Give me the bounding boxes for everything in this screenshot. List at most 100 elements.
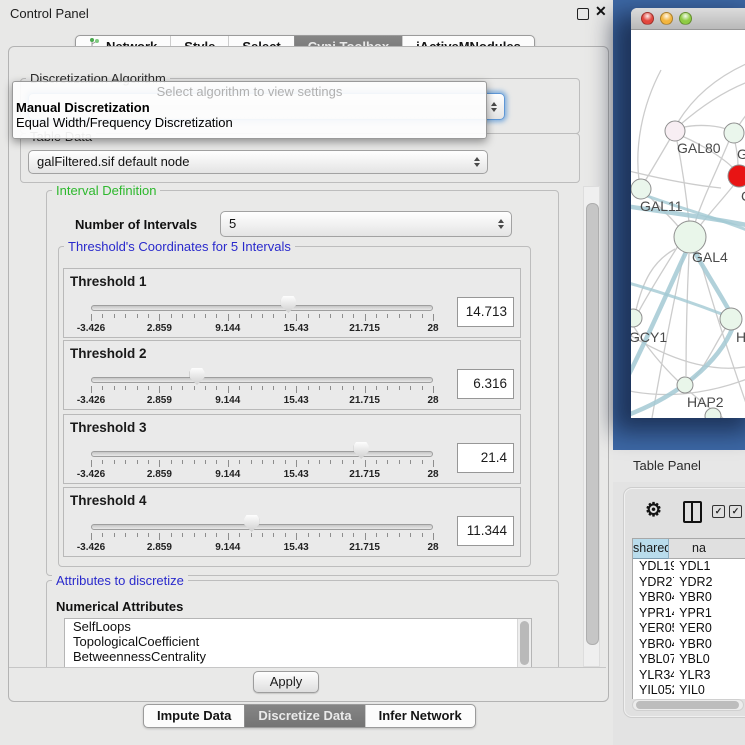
- tick-mark: [182, 386, 183, 390]
- table-row[interactable]: YER054CYER0: [633, 621, 745, 637]
- panel-scrollbar[interactable]: [583, 186, 600, 667]
- column-header-shared-name[interactable]: shared...: [633, 539, 669, 559]
- slider-track[interactable]: [91, 377, 433, 383]
- tick-mark: [171, 533, 172, 537]
- tick-mark: [228, 460, 229, 467]
- tick-mark: [148, 314, 149, 318]
- table-row[interactable]: YPR145WYPR1: [633, 606, 745, 622]
- network-canvas[interactable]: GAL80GACGAL11GAL4GCY1HHAP2: [631, 30, 745, 418]
- column-header-name[interactable]: na: [669, 539, 745, 559]
- scrollbar-thumb[interactable]: [636, 701, 739, 709]
- table-cell[interactable]: YPR145W: [633, 606, 674, 622]
- tick-mark: [410, 386, 411, 390]
- list-scrollbar[interactable]: [517, 619, 531, 668]
- tick-label: 2.859: [147, 323, 172, 334]
- network-graph[interactable]: GAL80GACGAL11GAL4GCY1HHAP2: [631, 30, 745, 418]
- node-label: GAL80: [677, 140, 721, 156]
- GAL80-node[interactable]: [665, 121, 685, 141]
- zoom-button[interactable]: [679, 12, 692, 25]
- table-cell[interactable]: YDL1: [674, 559, 745, 575]
- network-view-window[interactable]: GAL80GACGAL11GAL4GCY1HHAP2: [631, 8, 745, 418]
- slider-track[interactable]: [91, 451, 433, 457]
- table-cell[interactable]: YDL19...: [633, 559, 674, 575]
- node-table[interactable]: shared... na YDL19...YDL1YDR27...YDR2YBR…: [632, 538, 745, 699]
- list-item[interactable]: SelfLoops: [65, 619, 531, 634]
- list-item[interactable]: BetweennessCentrality: [65, 649, 531, 664]
- close-button[interactable]: [641, 12, 654, 25]
- table-cell[interactable]: YER0: [674, 621, 745, 637]
- HAP2-node[interactable]: [677, 377, 693, 393]
- dropdown-option[interactable]: Manual Discretization: [13, 100, 486, 115]
- table-row[interactable]: YDR27...YDR2: [633, 575, 745, 591]
- table-cell[interactable]: YBR0: [674, 590, 745, 606]
- tab-discretize-data[interactable]: Discretize Data: [244, 705, 364, 727]
- threshold-slider[interactable]: -3.4262.8599.14415.4321.71528: [91, 514, 433, 556]
- stepper-arrows-icon: [474, 157, 480, 167]
- close-icon[interactable]: ✕: [595, 3, 607, 20]
- GCY1-node[interactable]: [631, 309, 642, 327]
- combobox-value: 5: [229, 212, 511, 236]
- tick-mark: [137, 314, 138, 318]
- tick-mark: [91, 460, 92, 467]
- apply-button[interactable]: Apply: [253, 671, 319, 693]
- GA-node[interactable]: [724, 123, 744, 143]
- dropdown-option[interactable]: Equal Width/Frequency Discretization: [13, 115, 486, 130]
- table-row[interactable]: YDL19...YDL1: [633, 559, 745, 575]
- table-row[interactable]: YIL052CYIL0: [633, 683, 745, 699]
- threshold-value-field[interactable]: 6.316: [457, 369, 514, 399]
- checkbox-icon[interactable]: ✓: [712, 505, 725, 518]
- threshold-slider[interactable]: -3.4262.8599.14415.4321.71528: [91, 441, 433, 483]
- table-cell[interactable]: YBL079W: [633, 652, 674, 668]
- threshold-slider[interactable]: -3.4262.8599.14415.4321.71528: [91, 295, 433, 337]
- table-cell[interactable]: YER054C: [633, 621, 674, 637]
- table-row[interactable]: YBR045CYBR0: [633, 637, 745, 653]
- tick-mark: [114, 386, 115, 390]
- threshold-value-field[interactable]: 21.4: [457, 443, 514, 473]
- threshold-value-field[interactable]: 14.713: [457, 297, 514, 327]
- table-horizontal-scrollbar[interactable]: [632, 699, 744, 711]
- GAL11-node[interactable]: [631, 179, 651, 199]
- tick-label: 15.43: [284, 469, 309, 480]
- scrollbar-thumb[interactable]: [586, 203, 599, 645]
- slider-track[interactable]: [91, 305, 433, 311]
- table-cell[interactable]: YBR043C: [633, 590, 674, 606]
- threshold-slider[interactable]: -3.4262.8599.14415.4321.71528: [91, 367, 433, 409]
- table-row[interactable]: YLR345WYLR3: [633, 668, 745, 684]
- table-cell[interactable]: YLR345W: [633, 668, 674, 684]
- list-item[interactable]: TopologicalCoefficient: [65, 634, 531, 649]
- table-data-combobox[interactable]: galFiltered.sif default node: [28, 150, 488, 174]
- columns-icon[interactable]: [683, 501, 702, 523]
- threshold-label: Threshold 3: [70, 420, 147, 435]
- minimize-button[interactable]: [660, 12, 673, 25]
- table-cell[interactable]: YBL0: [674, 652, 745, 668]
- gear-icon[interactable]: ⚙: [645, 499, 662, 522]
- threshold-value-field[interactable]: 11.344: [457, 516, 514, 546]
- network-window-titlebar[interactable]: [631, 8, 745, 30]
- table-cell[interactable]: YPR1: [674, 606, 745, 622]
- table-cell[interactable]: YDR2: [674, 575, 745, 591]
- table-row[interactable]: YBL079WYBL0: [633, 652, 745, 668]
- float-window-icon[interactable]: [577, 8, 589, 20]
- C-node[interactable]: [728, 165, 745, 187]
- slider-track[interactable]: [91, 524, 433, 530]
- table-cell[interactable]: YBR045C: [633, 637, 674, 653]
- tick-mark: [319, 386, 320, 390]
- tick-mark: [239, 386, 240, 390]
- table-cell[interactable]: YBR0: [674, 637, 745, 653]
- table-cell[interactable]: YIL052C: [633, 683, 674, 699]
- tick-mark: [216, 533, 217, 537]
- number-of-intervals-combobox[interactable]: 5: [220, 211, 512, 237]
- tab-impute-data[interactable]: Impute Data: [144, 705, 244, 727]
- tick-mark: [365, 314, 366, 321]
- table-cell[interactable]: YLR3: [674, 668, 745, 684]
- H-node[interactable]: [720, 308, 742, 330]
- table-row[interactable]: YBR043CYBR0: [633, 590, 745, 606]
- scrollbar-thumb[interactable]: [520, 621, 529, 665]
- numerical-attributes-list[interactable]: SelfLoopsTopologicalCoefficientBetweenne…: [64, 618, 532, 669]
- table-cell[interactable]: YDR27...: [633, 575, 674, 591]
- tab-infer-network[interactable]: Infer Network: [365, 705, 475, 727]
- tick-label: 9.144: [215, 542, 240, 553]
- tick-mark: [194, 460, 195, 464]
- checkbox-icon[interactable]: ✓: [729, 505, 742, 518]
- table-cell[interactable]: YIL0: [674, 683, 745, 699]
